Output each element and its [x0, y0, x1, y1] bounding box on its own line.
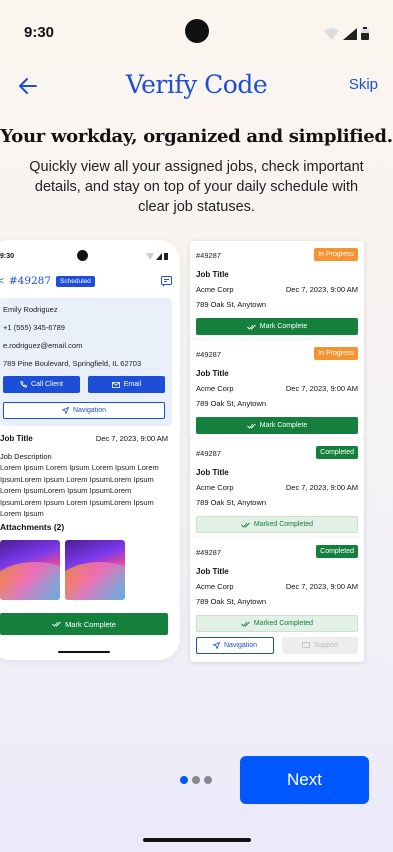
signal-icon — [343, 27, 357, 40]
job-address: 789 Oak St, Anytown — [196, 300, 267, 309]
job-date: Dec 7, 2023, 9:00 AM — [285, 384, 358, 393]
navigation-button[interactable]: Navigation — [196, 637, 274, 654]
phone-preview: 9:30 < #49287 Scheduled Emily Rodriguez … — [0, 240, 180, 660]
preview-home-indicator — [58, 651, 110, 653]
camera-cutout — [185, 19, 209, 43]
preview-back-icon: < — [0, 275, 4, 287]
preview-job-title: Job Title — [0, 434, 33, 443]
job-company: Acme Corp — [196, 483, 234, 492]
client-address: 789 Pine Boulevard, Springfield, IL 6270… — [3, 359, 142, 368]
double-check-icon — [246, 423, 256, 429]
job-date: Dec 7, 2023, 9:00 AM — [285, 483, 358, 492]
mark-complete-button[interactable]: Mark Complete — [196, 417, 358, 434]
chat-icon — [161, 276, 172, 287]
preview-job-id: #49287 — [8, 275, 52, 287]
attachments-heading: Attachments (2) — [0, 522, 65, 532]
client-name: Emily Rodriguez — [3, 305, 58, 314]
marked-completed-button: Marked Completed — [196, 615, 358, 632]
mark-complete-label: Mark Complete — [65, 619, 116, 629]
action-label: Mark Complete — [259, 422, 308, 429]
job-card[interactable]: #49287 Completed Job Title Acme Corp Dec… — [190, 439, 364, 541]
job-address: 789 Oak St, Anytown — [196, 399, 267, 408]
phone-icon — [20, 381, 27, 388]
action-label: Marked Completed — [253, 620, 314, 627]
job-date: Dec 7, 2023, 9:00 AM — [285, 582, 358, 591]
double-check-icon — [52, 621, 61, 627]
job-id: #49287 — [196, 251, 222, 260]
chat-icon — [301, 642, 310, 648]
header: Verify Code Skip — [0, 66, 393, 106]
client-phone: +1 (555) 345-6789 — [3, 323, 65, 332]
preview-header: < #49287 Scheduled — [0, 275, 95, 287]
onboarding-subtitle: Quickly view all your assigned jobs, che… — [29, 159, 364, 215]
job-title: Job Title — [196, 468, 229, 477]
job-card[interactable]: #49287 In Progress Job Title Acme Corp D… — [190, 340, 364, 440]
navigation-label: Navigation — [72, 407, 107, 414]
status-badge: In Progress — [314, 248, 358, 261]
action-label: Marked Completed — [253, 521, 314, 528]
preview-job-date: Dec 7, 2023, 9:00 AM — [95, 434, 168, 443]
action-label: Mark Complete — [259, 323, 308, 330]
double-check-icon — [241, 522, 250, 528]
client-email: e.rodriguez@email.com — [3, 341, 83, 350]
double-check-icon — [246, 324, 256, 330]
skip-button[interactable]: Skip — [349, 76, 378, 93]
mail-icon — [111, 381, 120, 388]
job-card[interactable]: #49287 Completed Job Title Acme Corp Dec… — [190, 538, 364, 662]
mark-complete-button[interactable]: Mark Complete — [196, 318, 358, 335]
job-company: Acme Corp — [196, 582, 234, 591]
page-dot — [192, 776, 200, 784]
wifi-icon — [324, 27, 339, 40]
call-client-button[interactable]: Call Client — [3, 376, 80, 393]
double-check-icon — [241, 621, 250, 627]
job-title: Job Title — [196, 567, 229, 576]
attachment-thumbnail[interactable] — [65, 540, 125, 600]
mark-complete-button[interactable]: Mark Complete — [0, 613, 168, 635]
job-id: #49287 — [196, 449, 222, 458]
marked-completed-button: Marked Completed — [196, 516, 358, 533]
battery-icon — [361, 27, 369, 40]
job-date: Dec 7, 2023, 9:00 AM — [285, 285, 358, 294]
card-actions-row: Navigation Support — [196, 637, 358, 654]
navigation-label: Navigation — [223, 642, 258, 649]
call-client-label: Call Client — [31, 381, 63, 388]
next-button[interactable]: Next — [240, 756, 369, 804]
status-time: 9:30 — [24, 24, 55, 41]
job-description-label: Job Description — [0, 452, 52, 461]
job-company: Acme Corp — [196, 384, 234, 393]
status-badge: In Progress — [314, 347, 358, 360]
home-indicator — [143, 838, 251, 842]
onboarding-headline: Your workday, organized and simplified. — [0, 126, 393, 147]
navigation-button[interactable]: Navigation — [3, 402, 165, 419]
status-badge: Completed — [316, 545, 358, 558]
job-title: Job Title — [196, 369, 229, 378]
preview-status-badge: Scheduled — [56, 275, 95, 287]
preview-camera — [77, 250, 88, 261]
job-description: Lorem Ipsum Lorem Ipsum Lorem Ipsum Lore… — [0, 463, 159, 518]
job-id: #49287 — [196, 548, 222, 557]
status-badge: Completed — [316, 446, 358, 459]
job-company: Acme Corp — [196, 285, 234, 294]
email-button[interactable]: Email — [88, 376, 165, 393]
preview-status-icons — [146, 253, 168, 260]
job-card[interactable]: #49287 In Progress Job Title Acme Corp D… — [190, 241, 364, 343]
navigation-icon — [212, 642, 220, 649]
email-label: Email — [123, 381, 142, 388]
job-address: 789 Oak St, Anytown — [196, 597, 267, 606]
support-label: Support — [313, 642, 339, 649]
client-card: Emily Rodriguez +1 (555) 345-6789 e.rodr… — [0, 298, 172, 426]
job-address: 789 Oak St, Anytown — [196, 498, 267, 507]
status-bar: 9:30 — [0, 0, 393, 64]
page-dot — [204, 776, 212, 784]
support-button[interactable]: Support — [282, 637, 358, 654]
preview-time: 9:30 — [0, 253, 15, 260]
navigation-icon — [61, 407, 69, 414]
job-id: #49287 — [196, 350, 222, 359]
attachment-thumbnail[interactable] — [0, 540, 60, 600]
page-dot-active — [180, 776, 188, 784]
page-title: Verify Code — [125, 70, 268, 99]
job-title: Job Title — [196, 270, 229, 279]
page-indicator — [180, 776, 212, 784]
status-icons — [324, 27, 369, 40]
